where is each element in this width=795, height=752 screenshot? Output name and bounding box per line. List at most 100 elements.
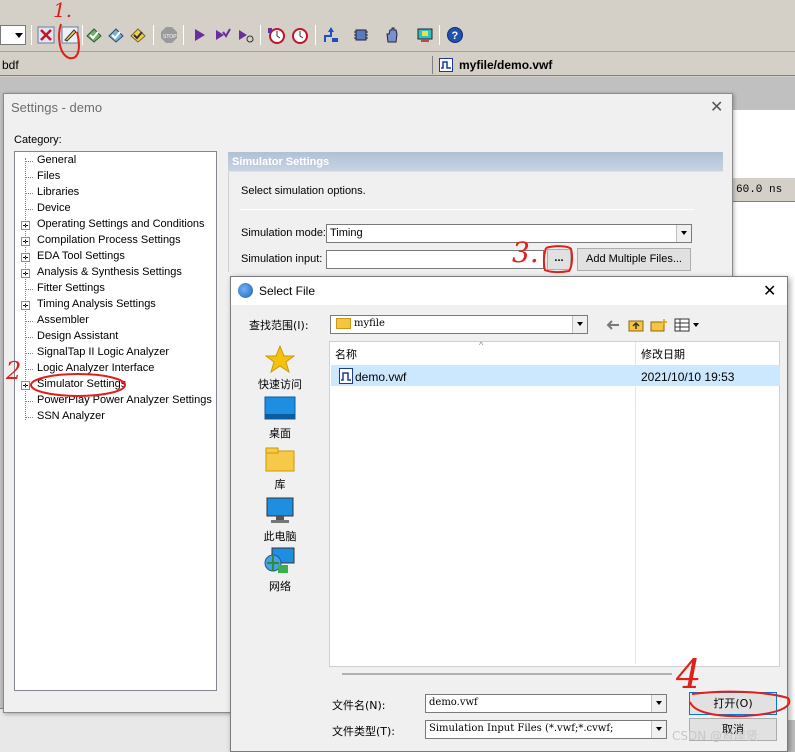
toolbar-separator: [260, 25, 261, 45]
annotation-2: 2: [6, 357, 22, 385]
tree-item[interactable]: SSN Analyzer: [37, 410, 105, 422]
document-tab-bar: [0, 54, 795, 76]
file-name-label: 文件名(N):: [332, 699, 386, 712]
close-icon[interactable]: ✕: [710, 97, 723, 117]
tree-connector: [25, 321, 33, 322]
place-library[interactable]: 库: [245, 447, 315, 492]
tab-demo-vwf[interactable]: myfile/demo.vwf: [432, 56, 552, 74]
up-folder-icon[interactable]: [627, 317, 645, 333]
toolbar-separator: [439, 25, 440, 45]
place-network[interactable]: 网络: [245, 545, 315, 594]
tree-item[interactable]: Operating Settings and Conditions: [37, 218, 205, 230]
sort-caret-icon: ^: [479, 340, 484, 350]
file-type-value: Simulation Input Files (*.vwf;*.cvwf;: [429, 723, 614, 734]
tree-item[interactable]: Compilation Process Settings: [37, 234, 181, 246]
panel-description: Select simulation options.: [241, 185, 366, 197]
tree-item[interactable]: SignalTap II Logic Analyzer: [37, 346, 169, 358]
programmer-icon[interactable]: [414, 24, 436, 46]
place-label: 网络: [269, 580, 291, 593]
play-icon[interactable]: [188, 24, 210, 46]
column-header-date[interactable]: 修改日期: [641, 346, 685, 362]
desktop-icon: [264, 396, 296, 420]
tree-item[interactable]: EDA Tool Settings: [37, 250, 125, 262]
column-header-name[interactable]: 名称: [335, 346, 357, 362]
file-name: demo.vwf: [355, 370, 407, 384]
tree-item[interactable]: Analysis & Synthesis Settings: [37, 266, 182, 278]
simulation-mode-select[interactable]: Timing: [326, 224, 692, 243]
tree-connector: [25, 161, 33, 162]
tree-item[interactable]: Assembler: [37, 314, 89, 326]
tree-connector: [25, 417, 33, 418]
tree-item[interactable]: Design Assistant: [37, 330, 118, 342]
hand-icon[interactable]: [381, 24, 403, 46]
tree-item[interactable]: Fitter Settings: [37, 282, 105, 294]
column-divider: [635, 342, 636, 664]
simulation-mode-value: Timing: [330, 227, 363, 239]
chip-icon[interactable]: [350, 24, 372, 46]
simulation-mode-label: Simulation mode:: [241, 227, 326, 239]
place-quick-access[interactable]: 快速访问: [245, 344, 315, 392]
check-icon[interactable]: [83, 24, 105, 46]
tab-bdf-fragment[interactable]: bdf: [2, 58, 19, 72]
stop-x-icon[interactable]: [35, 24, 57, 46]
tab-label: myfile/demo.vwf: [459, 58, 553, 72]
look-in-label: 查找范围(I):: [249, 319, 309, 332]
tree-connector: [25, 337, 33, 338]
waveform-time-readout: 60.0 ns: [736, 184, 783, 196]
star-icon: [264, 344, 296, 374]
place-this-pc[interactable]: 此电脑: [245, 497, 315, 544]
panel-header: Simulator Settings: [228, 152, 723, 172]
tree-item[interactable]: Files: [37, 170, 60, 182]
toolbar-combo[interactable]: [0, 25, 26, 45]
tree-connector: [25, 289, 33, 290]
timer-icon[interactable]: [265, 24, 287, 46]
file-date: 2021/10/10 19:53: [641, 370, 735, 384]
chevron-down-icon[interactable]: [651, 721, 666, 738]
divider: [240, 209, 694, 210]
waveform-file-icon: [439, 58, 453, 72]
place-label: 桌面: [269, 427, 291, 440]
look-in-value: myfile: [354, 318, 385, 329]
tree-item[interactable]: Timing Analysis Settings: [37, 298, 156, 310]
help-icon[interactable]: ?: [444, 24, 466, 46]
compile-icon[interactable]: [320, 24, 342, 46]
timer-stop-icon[interactable]: [289, 24, 311, 46]
add-multiple-files-button[interactable]: Add Multiple Files...: [577, 248, 691, 271]
folder-icon: [336, 318, 351, 329]
horizontal-scrollbar[interactable]: [342, 673, 672, 675]
view-menu-icon[interactable]: [674, 317, 702, 333]
select-file-title: Select File: [259, 284, 316, 298]
place-desktop[interactable]: 桌面: [245, 396, 315, 441]
file-name-input[interactable]: demo.vwf: [425, 694, 667, 713]
svg-text:STOP: STOP: [163, 34, 177, 40]
chevron-down-icon[interactable]: [572, 316, 587, 333]
settings-dialog-title: Settings - demo: [11, 100, 103, 115]
waveform-file-icon: [339, 368, 353, 387]
stop-sign-icon[interactable]: STOP: [158, 24, 180, 46]
run-check-icon[interactable]: [211, 24, 233, 46]
step-icon[interactable]: [234, 24, 256, 46]
chevron-down-icon[interactable]: [676, 225, 691, 242]
new-folder-icon[interactable]: [650, 317, 668, 333]
network-icon: [264, 547, 295, 573]
check-multi-icon[interactable]: [105, 24, 127, 46]
watermark: CSDN @肖岸贤: [672, 729, 759, 743]
check-open-icon[interactable]: [127, 24, 149, 46]
file-type-select[interactable]: Simulation Input Files (*.vwf;*.cvwf;: [425, 720, 667, 739]
file-list[interactable]: [329, 341, 780, 667]
tree-trunk: [25, 158, 26, 420]
back-arrow-icon[interactable]: [604, 317, 622, 333]
file-name-value: demo.vwf: [429, 697, 478, 708]
category-label: Category:: [14, 134, 62, 146]
tree-item[interactable]: Device: [37, 202, 71, 214]
toolbar-separator: [31, 25, 32, 45]
close-icon[interactable]: ✕: [763, 281, 776, 301]
file-type-label: 文件类型(T):: [332, 725, 396, 738]
library-folder-icon: [265, 447, 295, 472]
app-globe-icon: [238, 283, 253, 298]
annotation-3: 3.: [512, 236, 539, 269]
tree-item[interactable]: General: [37, 154, 76, 166]
waveform-strip-background: [0, 708, 240, 752]
tree-item[interactable]: Libraries: [37, 186, 79, 198]
chevron-down-icon[interactable]: [651, 695, 666, 712]
